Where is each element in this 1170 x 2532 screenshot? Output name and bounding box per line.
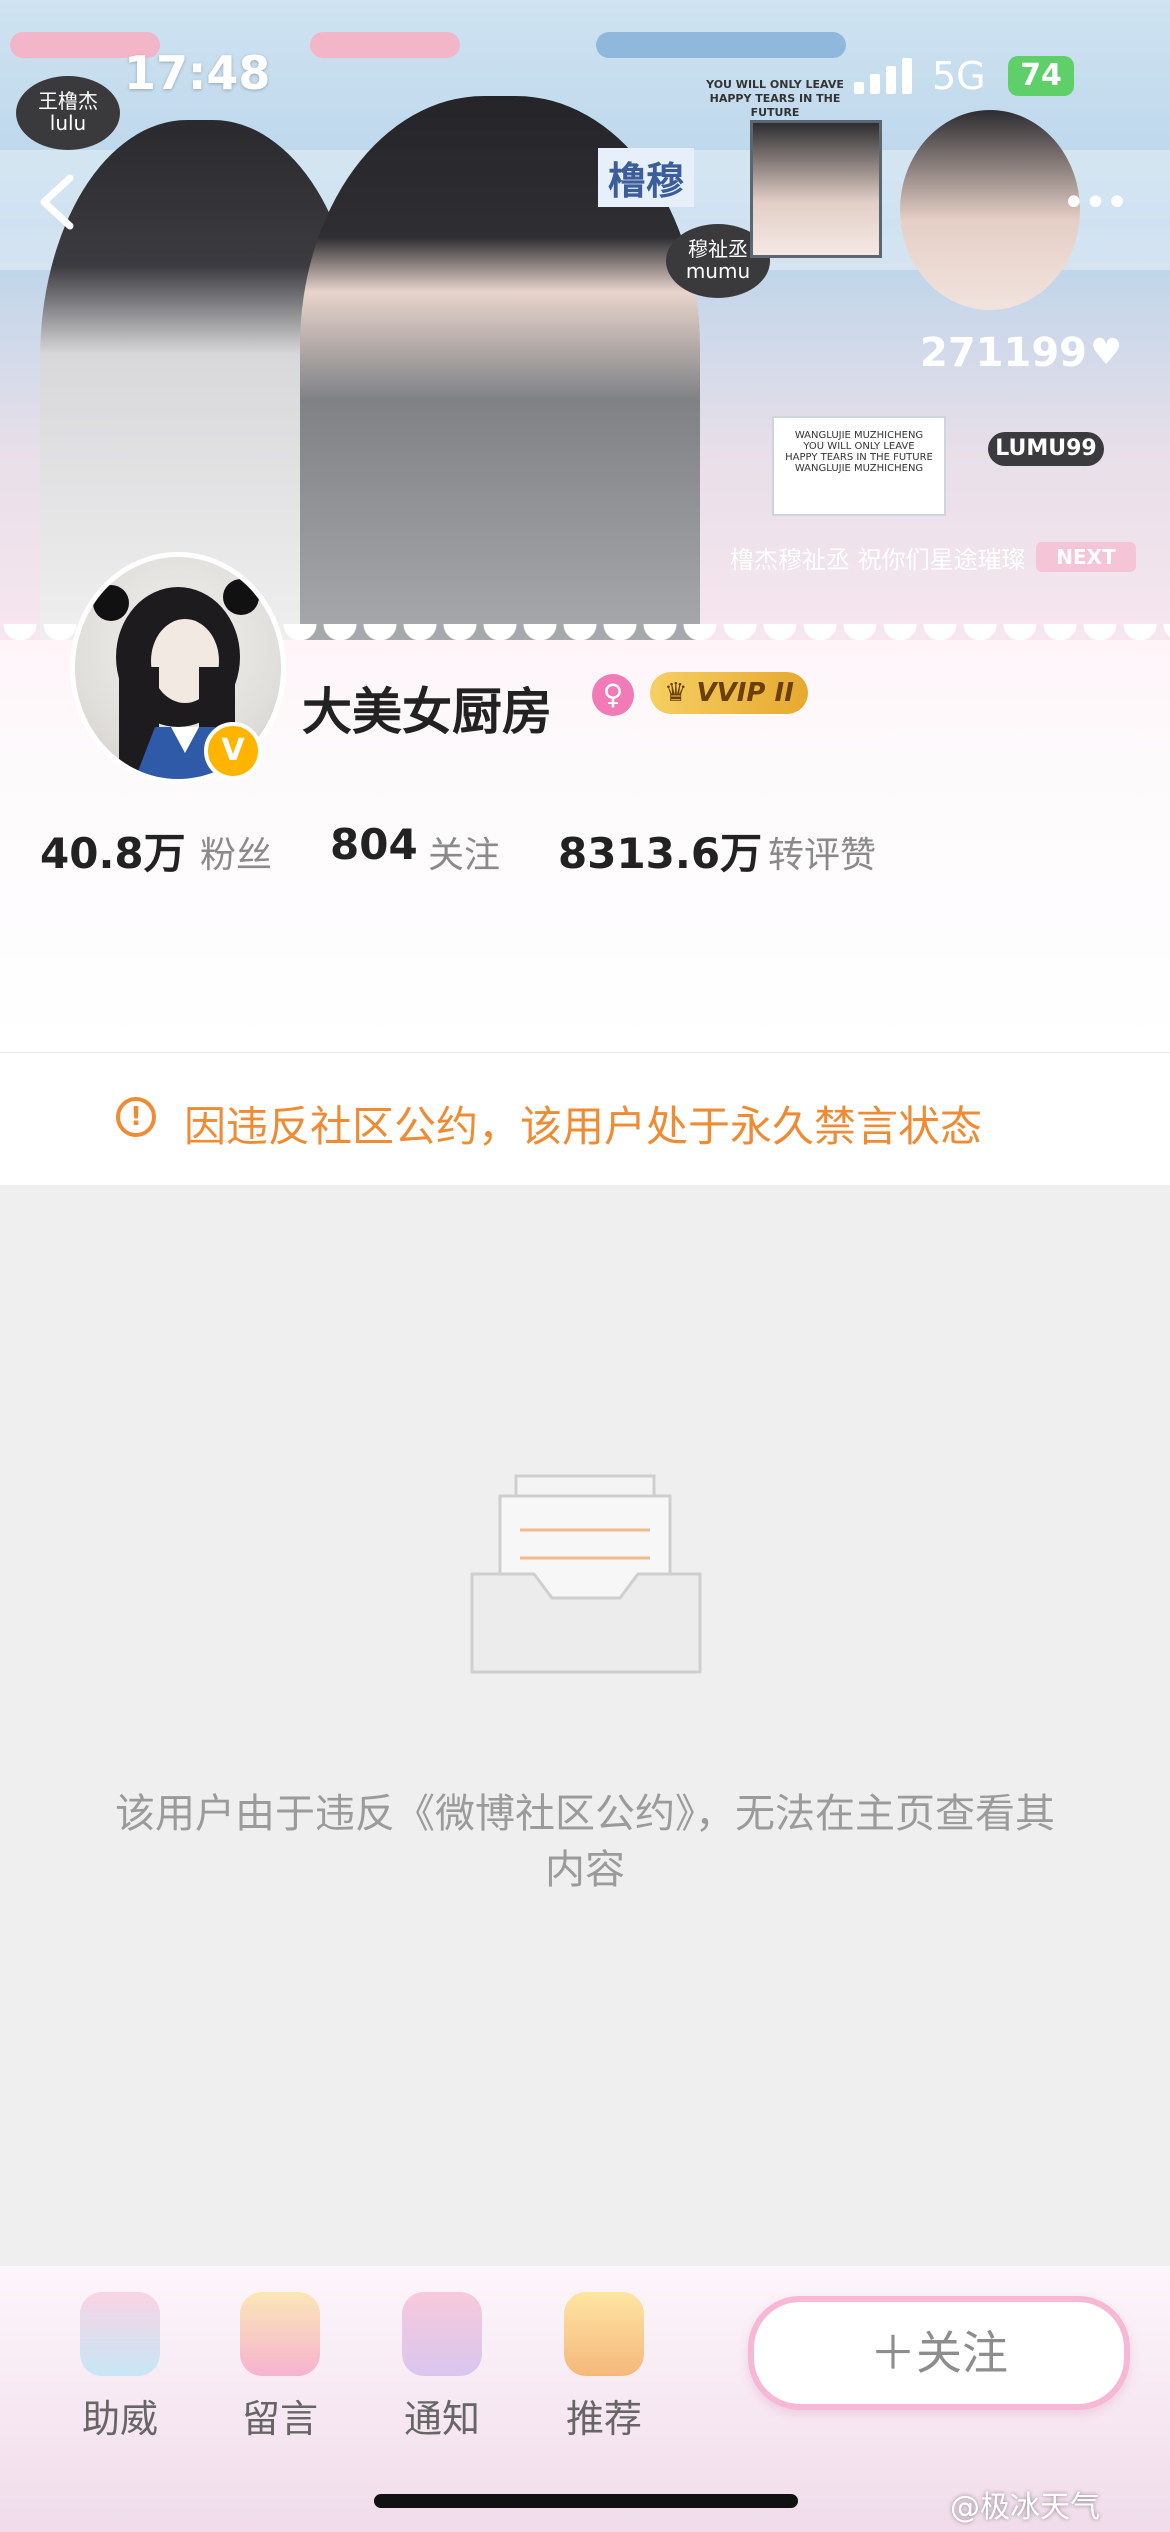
stat-interactions-value[interactable]: 8313.6万 <box>558 820 762 881</box>
banner-stripe <box>596 32 846 58</box>
banner-chip: LUMU99 <box>988 432 1104 466</box>
banner-stripe <box>310 32 460 58</box>
empty-inbox-icon <box>470 1474 702 1674</box>
cheer-icon <box>80 2292 160 2376</box>
tab-recommend[interactable]: 推荐 <box>534 2266 674 2496</box>
verified-badge: V <box>204 722 262 780</box>
stat-interactions-label[interactable]: 转评赞 <box>768 826 876 878</box>
tab-messages[interactable]: 留言 <box>210 2266 350 2496</box>
card-line: WANGLUJIE MUZHICHENG <box>794 430 924 441</box>
card-line: YOU WILL ONLY LEAVE <box>803 441 915 452</box>
stat-followers-label[interactable]: 粉丝 <box>200 826 272 878</box>
battery-level: 74 <box>1020 58 1062 93</box>
card-line: WANGLUJIE MUZHICHENG <box>794 463 924 474</box>
signal-icon <box>854 58 916 94</box>
crown-icon: ♛ <box>664 678 688 708</box>
banner-person-right <box>900 110 1080 310</box>
watermark: @极冰天气 <box>950 2490 1100 2525</box>
ban-notice-bar: ! 因违反社区公约，该用户处于永久禁言状态 <box>0 1052 1170 1185</box>
vvip-badge[interactable]: ♛ VVIP II <box>650 672 808 714</box>
network-type: 5G <box>932 54 986 98</box>
back-button[interactable] <box>30 172 84 232</box>
tab-messages-label: 留言 <box>241 2397 318 2441</box>
vvip-badge-label: VVIP II <box>696 678 794 708</box>
battery-icon: 74 <box>1008 56 1074 96</box>
more-icon: ••• <box>1062 180 1129 226</box>
card-line: HAPPY TEARS IN THE FUTURE <box>785 452 933 463</box>
heart-icon: ♥ <box>1090 332 1123 373</box>
banner-number: 271199 <box>920 330 1087 376</box>
banner-next-label: NEXT <box>1036 542 1136 572</box>
follow-button[interactable]: ＋关注 <box>748 2296 1130 2410</box>
banner-photo-card <box>750 120 882 258</box>
ban-notice-text: 因违反社区公约，该用户处于永久禁言状态 <box>184 1102 983 1151</box>
empty-state-message: 该用户由于违反《微博社区公约》，无法在主页查看其内容 <box>115 1791 1055 1893</box>
home-indicator[interactable] <box>374 2494 798 2508</box>
tab-notifications[interactable]: 通知 <box>372 2266 512 2496</box>
chevron-left-icon <box>40 174 74 230</box>
tab-notifications-label: 通知 <box>403 2397 480 2441</box>
profile-banner: 王橹杰 lulu 穆祉丞 mumu YOU WILL ONLY LEAVE HAPP… <box>0 0 1170 640</box>
warning-icon: ! <box>116 1097 156 1137</box>
stat-following-label[interactable]: 关注 <box>428 826 500 878</box>
banner-name-sign: 橹穆 <box>598 148 695 207</box>
heart-tag-left: 王橹杰 lulu <box>16 76 120 150</box>
stat-following-value[interactable]: 804 <box>330 820 418 869</box>
banner-text-card: WANGLUJIE MUZHICHENG YOU WILL ONLY LEAVE… <box>772 416 946 516</box>
pudding-icon <box>564 2292 644 2376</box>
book-icon <box>402 2292 482 2376</box>
female-icon: ♀ <box>592 674 634 716</box>
banner-tagline: YOU WILL ONLY LEAVE HAPPY TEARS IN THE F… <box>706 78 844 119</box>
stat-followers-value[interactable]: 40.8万 <box>40 820 186 881</box>
status-time: 17:48 <box>124 46 271 100</box>
message-icon <box>240 2292 320 2376</box>
tab-support-label: 助威 <box>81 2397 158 2441</box>
more-button[interactable]: ••• <box>1062 180 1129 226</box>
tab-support[interactable]: 助威 <box>50 2266 190 2496</box>
username: 大美女厨房 <box>302 683 552 741</box>
verified-badge-label: V <box>221 733 245 768</box>
tab-recommend-label: 推荐 <box>565 2397 642 2441</box>
banner-ticker: 橹杰穆祉丞 祝你们星途璀璨 <box>730 546 1026 574</box>
